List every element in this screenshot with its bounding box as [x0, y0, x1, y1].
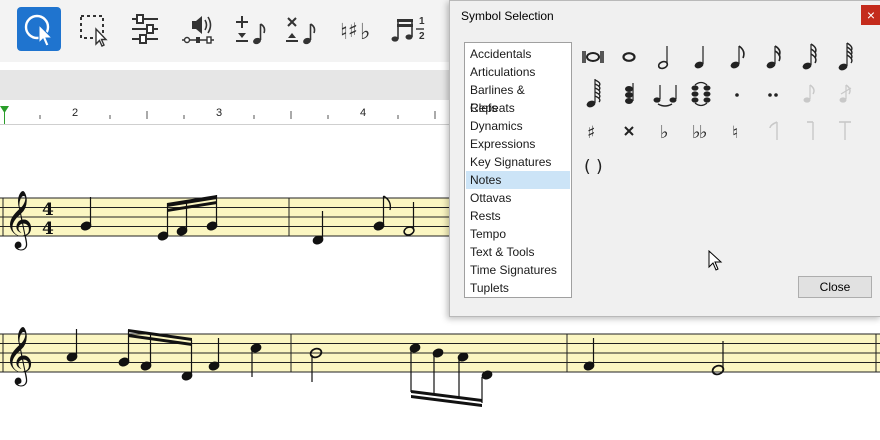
treble-clef-icon: 𝄞 [4, 326, 34, 387]
double-flat-icon[interactable]: ♭ ♭ [684, 113, 718, 147]
staff-2[interactable]: 𝄞 [0, 326, 880, 407]
category-item[interactable]: Text & Tools [466, 243, 570, 261]
svg-text:♭: ♭ [660, 122, 669, 143]
category-item-selected[interactable]: Notes [466, 171, 570, 189]
tie-icon[interactable] [648, 76, 682, 110]
svg-text:♭: ♭ [699, 122, 708, 143]
natural-icon[interactable]: ♮ [720, 113, 754, 147]
stem-up-icon[interactable] [756, 113, 790, 147]
svg-text:♮: ♮ [732, 123, 738, 143]
dialog-title: Symbol Selection [461, 9, 554, 23]
category-item[interactable]: Ottavas [466, 189, 570, 207]
half-note-icon[interactable] [648, 40, 682, 74]
stem-down-icon[interactable] [792, 113, 826, 147]
tied-chord-icon[interactable] [684, 76, 718, 110]
grace-note-slash-icon[interactable] [828, 76, 862, 110]
close-button[interactable]: Close [798, 276, 872, 298]
category-item[interactable]: Dynamics [466, 117, 570, 135]
category-item[interactable]: Expressions [466, 135, 570, 153]
category-list[interactable]: Accidentals Articulations Barlines & Rep… [464, 42, 572, 298]
category-item[interactable]: Clefs [466, 99, 570, 117]
eighth-note-icon[interactable] [720, 40, 754, 74]
double-dot-icon[interactable] [756, 76, 790, 110]
grace-note-icon[interactable] [792, 76, 826, 110]
double-sharp-icon[interactable] [612, 113, 646, 147]
mouse-cursor-icon [708, 250, 723, 271]
chord-cluster-icon[interactable] [612, 76, 646, 110]
treble-clef-icon: 𝄞 [4, 190, 34, 251]
whole-note-icon[interactable] [612, 40, 646, 74]
category-item[interactable]: Tuplets [466, 279, 570, 297]
svg-text:♯: ♯ [587, 123, 595, 143]
stem-both-icon[interactable] [828, 113, 862, 147]
category-item[interactable]: Rests [466, 207, 570, 225]
dot-icon[interactable] [720, 76, 754, 110]
sharp-icon[interactable]: ♯ [576, 113, 610, 147]
time-signature-top: 4 [42, 200, 54, 220]
parentheses-text: ( ) [584, 157, 603, 177]
category-item[interactable]: Barlines & Repeats [466, 81, 570, 115]
flat-icon[interactable]: ♭ [648, 113, 682, 147]
category-item[interactable]: Accidentals [466, 45, 570, 63]
sixteenth-note-icon[interactable] [756, 40, 790, 74]
hundred-twenty-eighth-note-icon[interactable] [576, 76, 610, 110]
dialog-titlebar[interactable]: Symbol Selection × [450, 1, 880, 31]
close-icon[interactable]: × [861, 5, 880, 25]
category-item[interactable]: Articulations [466, 63, 570, 81]
thirty-second-note-icon[interactable] [792, 40, 826, 74]
time-signature-bottom: 4 [42, 219, 54, 239]
category-item[interactable]: Time Signatures [466, 261, 570, 279]
quarter-note-icon[interactable] [684, 40, 718, 74]
parentheses-icon[interactable]: ( ) [576, 150, 610, 184]
double-whole-note-icon[interactable] [576, 40, 610, 74]
category-item[interactable]: Key Signatures [466, 153, 570, 171]
symbol-selection-dialog: Symbol Selection × Accidentals Articulat… [449, 0, 880, 317]
staff-1[interactable]: 𝄞 4 4 [0, 190, 452, 251]
category-item[interactable]: Tempo [466, 225, 570, 243]
sixty-fourth-note-icon[interactable] [828, 40, 862, 74]
